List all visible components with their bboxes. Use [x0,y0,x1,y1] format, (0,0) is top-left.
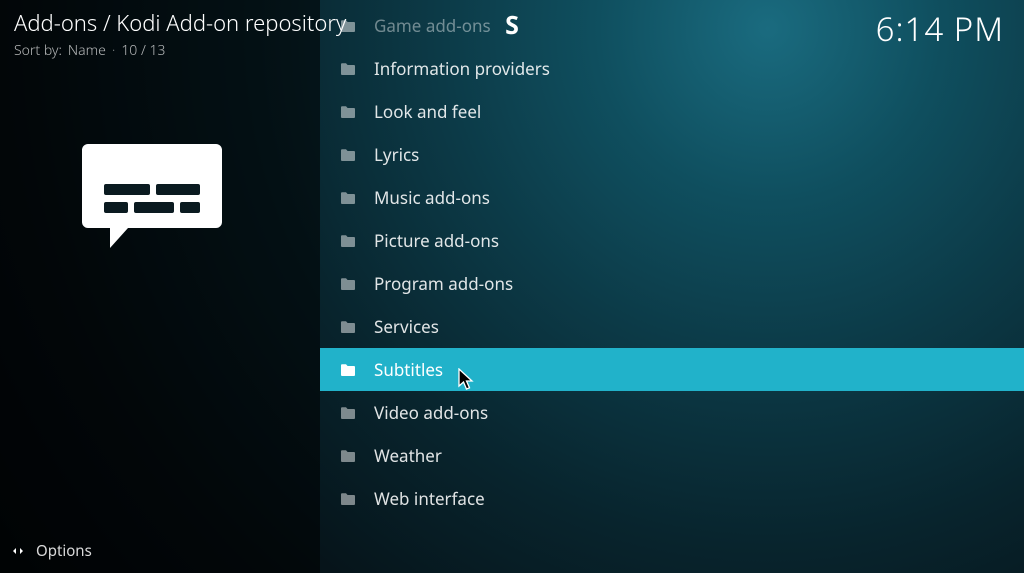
folder-icon [340,277,356,291]
list-item[interactable]: Weather [320,434,1024,477]
folder-icon [340,148,356,162]
options-icon [10,543,26,559]
folder-icon [340,191,356,205]
list-item-label: Information providers [374,57,550,80]
category-list[interactable]: Game add-ons Information providers Look an… [320,0,1024,520]
folder-icon [340,449,356,463]
list-item-label: Music add-ons [374,186,490,209]
section-letter: S [505,8,519,42]
folder-icon [340,492,356,506]
breadcrumb-text: Add-ons / Kodi Add-on repository [14,8,346,38]
list-item[interactable]: Picture add-ons [320,219,1024,262]
list-item-label: Picture add-ons [374,229,499,252]
sort-prefix: Sort by: [14,41,62,60]
list-item-label: Weather [374,444,442,467]
list-item-label: Game add-ons [374,14,491,37]
list-item[interactable]: Services [320,305,1024,348]
list-item[interactable]: Web interface [320,477,1024,520]
list-item-label: Lyrics [374,143,419,166]
options-label: Options [36,541,92,561]
list-item[interactable]: Look and feel [320,90,1024,133]
list-item[interactable]: Lyrics [320,133,1024,176]
list-position: 10 / 13 [121,41,165,60]
folder-icon [340,406,356,420]
folder-icon [340,234,356,248]
list-item-label: Services [374,315,439,338]
list-item[interactable]: Music add-ons [320,176,1024,219]
sort-line: Sort by: Name · 10 / 13 [14,41,346,60]
list-item-label: Web interface [374,487,485,510]
list-item-label: Video add-ons [374,401,488,424]
list-item-label: Program add-ons [374,272,513,295]
left-panel: Options [0,0,320,573]
clock: 6:14 PM [876,6,1004,51]
subtitles-icon [82,140,222,250]
list-item[interactable]: Video add-ons [320,391,1024,434]
list-item-label: Subtitles [374,358,443,381]
sort-separator: · [112,41,115,60]
list-item[interactable]: Program add-ons [320,262,1024,305]
folder-icon [340,363,356,377]
list-item-label: Look and feel [374,100,481,123]
list-item[interactable]: Subtitles [320,348,1024,391]
folder-icon [340,320,356,334]
options-button[interactable]: Options [10,541,92,561]
list-item[interactable]: Information providers [320,47,1024,90]
category-thumbnail [82,140,222,240]
breadcrumb: Add-ons / Kodi Add-on repository Sort by… [14,8,346,60]
folder-icon [340,105,356,119]
folder-icon [340,62,356,76]
sort-value: Name [68,41,106,60]
